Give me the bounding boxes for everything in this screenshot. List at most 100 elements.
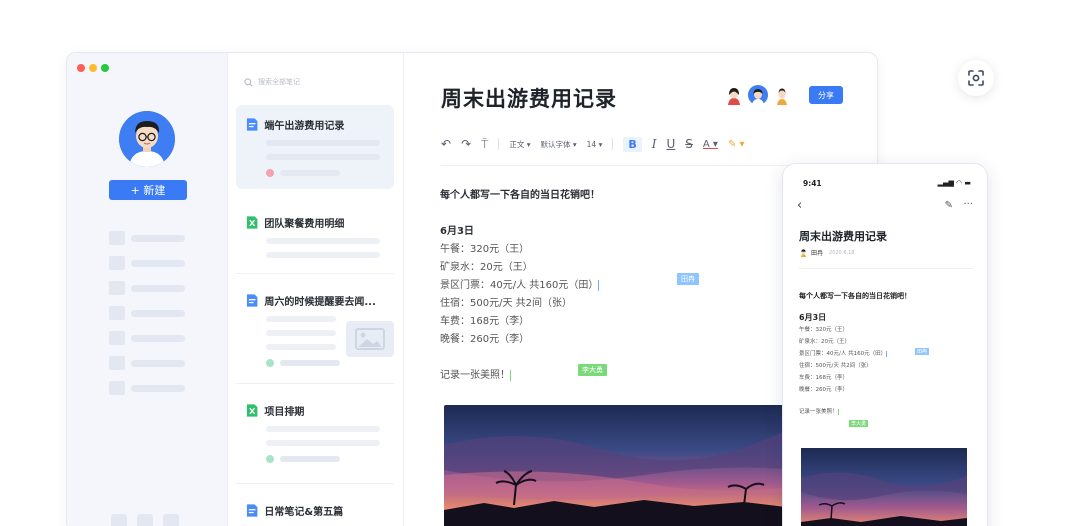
close-dot[interactable] [77,64,85,72]
expense-line: 住宿：500元/天 共2间（张） [799,363,872,369]
intro-line: 每个人都写一下各自的当日花销吧！ [440,190,600,201]
date-heading: 6月3日 [799,313,827,322]
collaborator-avatars [724,85,792,105]
rail-nav-item[interactable] [109,256,185,270]
collaborator-avatar[interactable] [748,85,768,105]
expense-line: 午餐：320元（王） [799,327,848,333]
text-style-select[interactable]: 正文 ▾ [509,139,530,150]
doc-title: 日常笔记&第五篇 [264,507,344,518]
doc-list-item[interactable]: 项目排期 [236,391,394,475]
new-button[interactable]: + 新建 [109,180,187,200]
date-heading: 6月3日 [440,226,474,237]
expense-line: 晚餐：260元（李） [440,334,530,345]
photo-note: 记录一张美照！ [799,409,839,415]
search-placeholder: 搜索全部笔记 [258,78,300,86]
doc-file-icon [246,118,258,131]
search-input[interactable]: 搜索全部笔记 [236,71,396,93]
rail-nav-item[interactable] [109,331,185,345]
app-window: + 新建 搜索全部笔记 端午出游费用记录 团队聚餐费用明细 周六的时候提醒要去闻… [66,52,878,526]
mobile-preview: 9:41 ▂▄▆ ◠ ▬ ‹ ✎ ··· 周末出游费用记录 田冉 2020.6.… [782,163,988,526]
font-size-select[interactable]: 14 ▾ [587,140,603,149]
expense-line: 车费：168元（李） [799,375,848,381]
image-thumbnail-icon [346,321,394,357]
bold-button[interactable]: B [623,136,642,152]
maximize-dot[interactable] [101,64,109,72]
left-rail: + 新建 [67,53,228,526]
rail-nav [109,231,185,406]
expense-line: 矿泉水：20元（王） [440,262,533,273]
mobile-sunset-photo[interactable] [801,448,967,526]
collaborator-cursor-tag: 田冉 [915,348,930,355]
doc-title: 项目排期 [264,407,305,418]
expense-line: 矿泉水：20元（王） [799,339,850,345]
italic-button[interactable]: I [652,137,657,151]
document-body[interactable]: 每个人都写一下各自的当日花销吧！ 6月3日 午餐：320元（王） 矿泉水：20元… [440,187,600,385]
nav-icon [109,306,125,320]
doc-list-item[interactable]: 端午出游费用记录 [236,105,394,189]
photo-note: 记录一张美照！ [440,370,511,381]
format-painter-icon[interactable]: ⍑ [481,137,488,152]
trash-icon[interactable] [137,514,153,526]
doc-file-icon [246,294,258,307]
search-icon [244,77,253,87]
doc-title: 团队聚餐费用明细 [264,219,345,230]
font-color-button[interactable]: A ▾ [703,139,718,150]
doc-file-icon [246,504,258,517]
signal-battery-icon: ▂▄▆ ◠ ▬ [937,179,971,187]
collaborator-cursor-tag: 田冉 [677,273,699,285]
minimize-dot[interactable] [89,64,97,72]
doc-list-item[interactable]: 周六的时候提醒要去闻... [236,281,394,379]
expense-line: 景区门票：40元/人 共160元（田） [440,280,600,291]
highlight-button[interactable]: ✎ ▾ [728,139,745,150]
rail-nav-item[interactable] [109,356,185,370]
page-title[interactable]: 周末出游费用记录 [441,83,617,113]
rail-nav-item[interactable] [109,306,185,320]
nav-icon [109,381,125,395]
sheet-file-icon [246,216,258,229]
nav-icon [109,256,125,270]
mobile-doc-title: 周末出游费用记录 [799,230,887,243]
expense-line: 午餐：320元（王） [440,244,530,255]
scan-button[interactable] [958,60,994,96]
rail-nav-item[interactable] [109,281,185,295]
status-time: 9:41 [803,179,822,188]
redo-icon[interactable]: ↷ [461,137,471,151]
intro-line: 每个人都写一下各自的当日花销吧！ [799,292,911,300]
more-icon[interactable]: ··· [963,199,973,210]
mobile-author: 田冉 2020.6.18 [799,248,854,257]
rail-bottom-icons [111,514,179,526]
author-dot [266,359,274,367]
author-dot [266,169,274,177]
doc-title: 周六的时候提醒要去闻... [264,297,376,308]
nav-icon [109,331,125,345]
settings-icon[interactable] [111,514,127,526]
collaborator-avatar[interactable] [724,85,744,105]
back-icon[interactable]: ‹ [797,198,802,213]
user-avatar[interactable] [119,111,175,167]
collaborator-avatar[interactable] [772,85,792,105]
help-icon[interactable] [163,514,179,526]
scan-icon [968,70,984,86]
strikethrough-button[interactable]: S [685,137,693,151]
expense-line: 住宿：500元/天 共2间（张） [440,298,572,309]
edit-icon[interactable]: ✎ [945,200,953,211]
doc-list-item[interactable]: 日常笔记&第五篇 [236,491,394,526]
collaborator-cursor-tag: 李大勇 [849,420,869,427]
expense-line: 车费：168元（李） [440,316,530,327]
doc-list-pane: 搜索全部笔记 端午出游费用记录 团队聚餐费用明细 周六的时候提醒要去闻... 项… [228,53,404,526]
author-avatar [799,248,808,257]
share-button[interactable]: 分享 [809,86,843,104]
doc-title: 端午出游费用记录 [264,121,345,132]
collaborator-cursor-tag: 李大勇 [578,364,607,376]
author-name: 田冉 [811,250,824,257]
nav-icon [109,281,125,295]
doc-list-item[interactable]: 团队聚餐费用明细 [236,203,394,270]
window-controls [77,64,109,72]
edit-time: 2020.6.18 [829,249,855,256]
font-family-select[interactable]: 默认字体 ▾ [540,139,576,150]
undo-icon[interactable]: ↶ [441,137,451,151]
author-dot [266,455,274,463]
underline-button[interactable]: U [666,137,675,151]
rail-nav-item[interactable] [109,231,185,245]
rail-nav-item[interactable] [109,381,185,395]
